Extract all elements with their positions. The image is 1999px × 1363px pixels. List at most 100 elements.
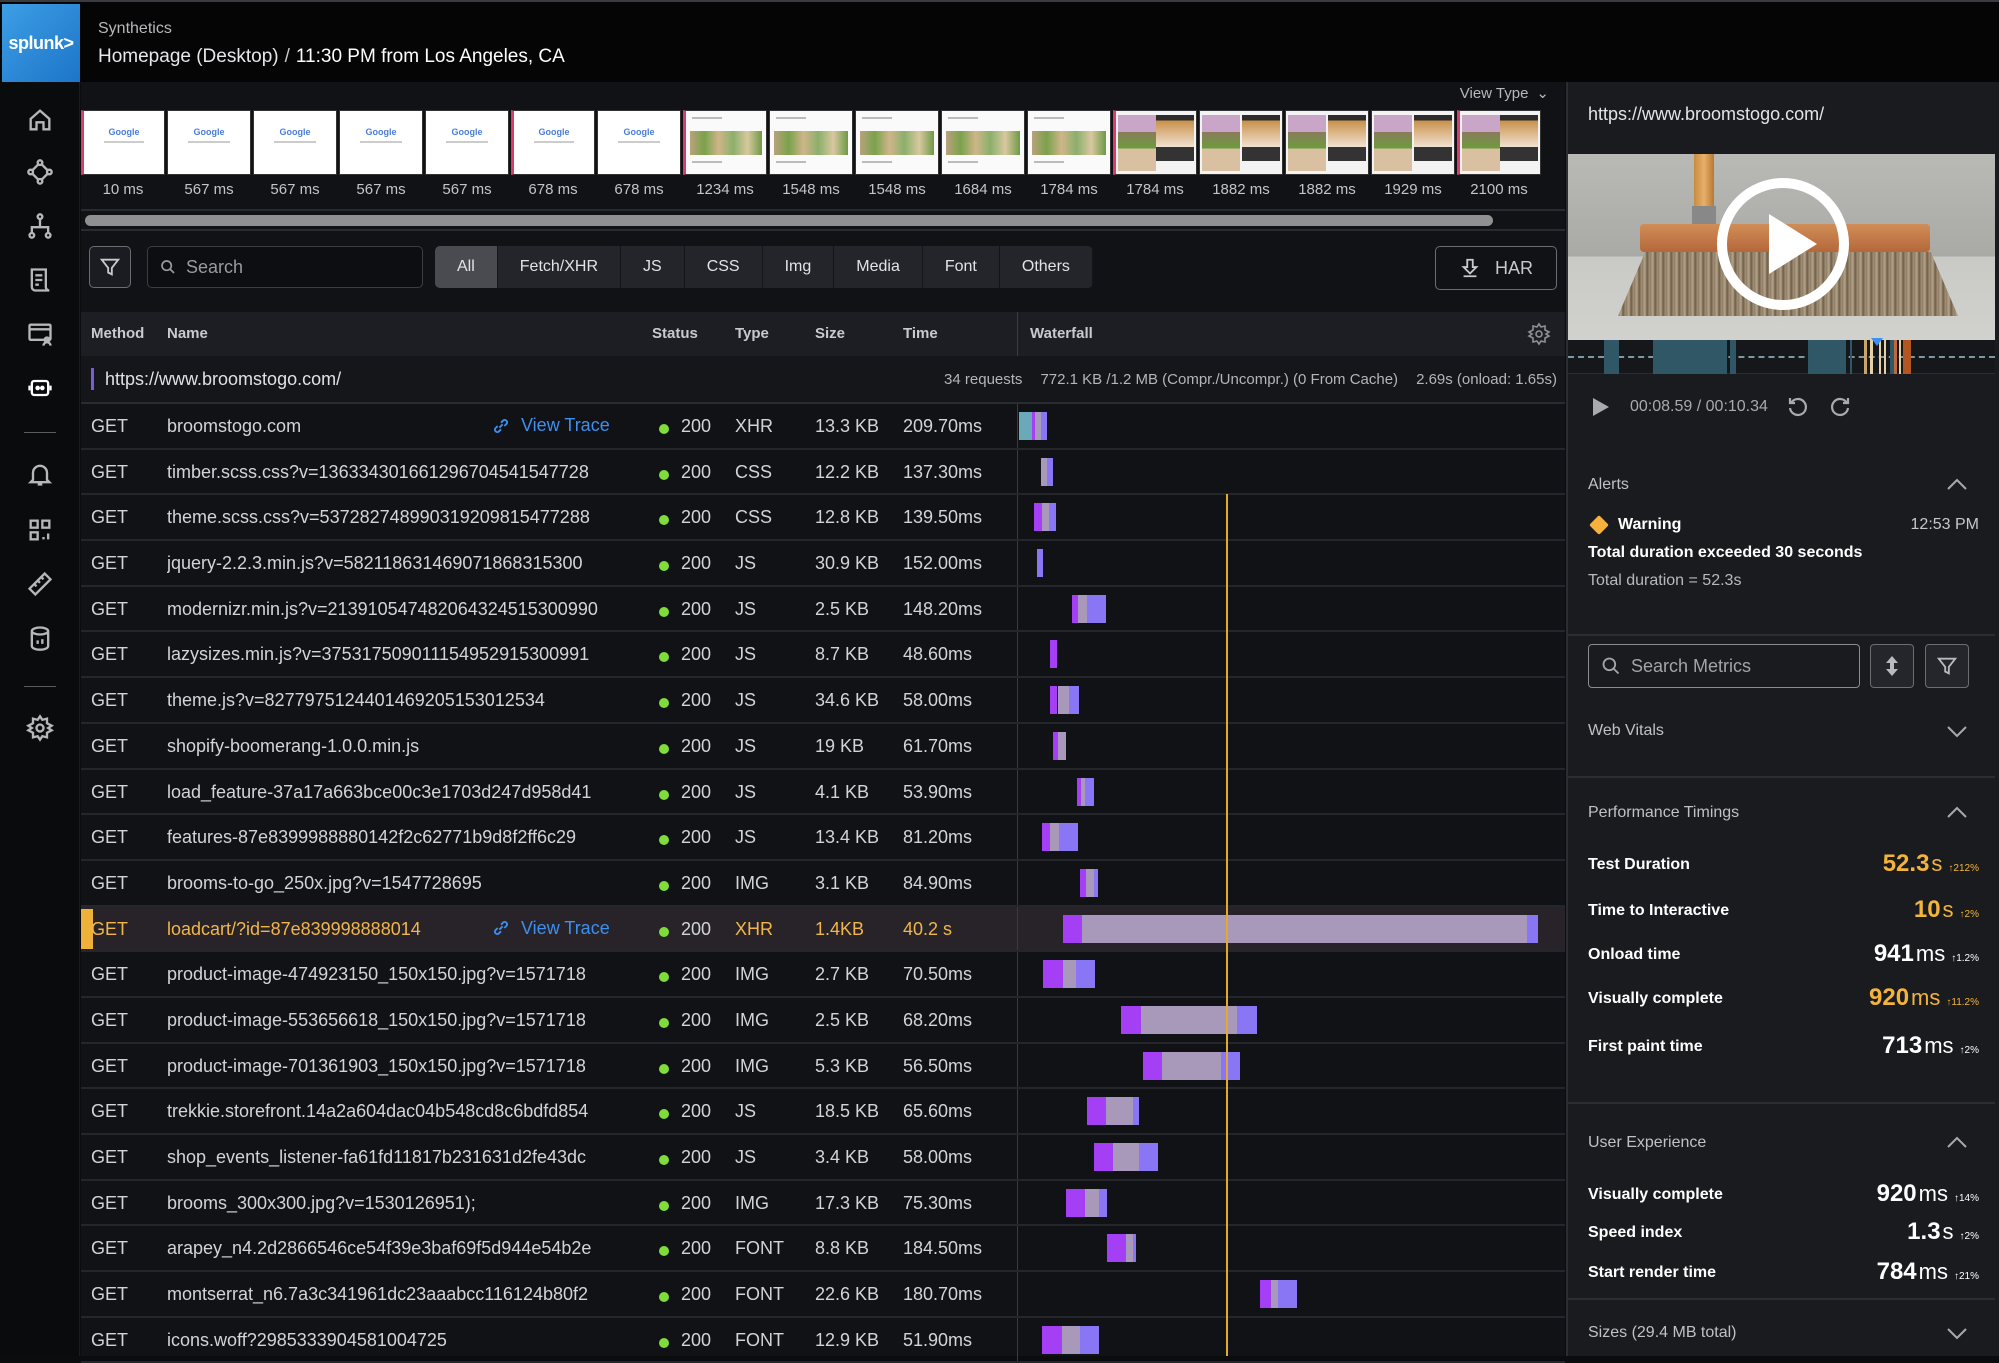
filmstrip-frame[interactable]: 1882 ms — [1199, 110, 1283, 202]
filmstrip-frame[interactable]: 1882 ms — [1285, 110, 1369, 202]
col-method[interactable]: Method — [91, 325, 144, 342]
filmstrip-frame[interactable]: Google 567 ms — [339, 110, 423, 202]
rewind-icon[interactable] — [1786, 395, 1810, 419]
view-type-dropdown[interactable]: View Type ⌄ — [1460, 84, 1549, 103]
filmstrip-frame[interactable]: 2100 ms — [1457, 110, 1541, 202]
synthetics-robot-icon[interactable] — [24, 372, 56, 404]
filmstrip-frame[interactable]: Google 678 ms — [511, 110, 595, 202]
waterfall-settings-icon[interactable] — [1527, 322, 1551, 346]
dashboards-icon[interactable] — [24, 514, 56, 546]
tab-css[interactable]: CSS — [685, 246, 763, 288]
filmstrip-frame[interactable]: 1548 ms — [855, 110, 939, 202]
table-row[interactable]: GET load_feature-37a17a663bce00c3e1703d24… — [81, 769, 1565, 816]
col-size[interactable]: Size — [815, 325, 845, 342]
tab-all[interactable]: All — [435, 246, 498, 288]
service-map-icon[interactable] — [24, 156, 56, 188]
metric-row[interactable]: Test Duration 52.3 s ↑212% — [1588, 850, 1979, 880]
play-overlay-button[interactable] — [1717, 178, 1849, 310]
tab-others[interactable]: Others — [1000, 246, 1093, 288]
ruler-icon[interactable] — [24, 568, 56, 600]
database-icon[interactable] — [24, 622, 56, 654]
tab-img[interactable]: Img — [763, 246, 835, 288]
col-type[interactable]: Type — [735, 325, 769, 342]
splunk-logo[interactable]: splunk> — [2, 4, 80, 82]
metric-row[interactable]: Visually complete 920 ms ↑14% — [1588, 1180, 1979, 1210]
chevron-up-icon[interactable] — [1945, 804, 1969, 820]
table-row[interactable]: GET shop_events_listener-fa61fd11817b2316… — [81, 1135, 1565, 1181]
table-row[interactable]: GET loadcart/?id=87e839998888014 View Trac… — [81, 906, 1565, 953]
sizes-section[interactable]: Sizes (29.4 MB total) — [1568, 1300, 1995, 1360]
metric-row[interactable]: Visually complete 920 ms ↑11.2% — [1588, 984, 1979, 1014]
filmstrip-frame[interactable]: 1548 ms — [769, 110, 853, 202]
chevron-down-icon[interactable] — [1945, 1326, 1969, 1342]
table-row[interactable]: GET arapey_n4.2d2866546ce54f39e3baf69f5d9… — [81, 1226, 1565, 1273]
breadcrumb-app[interactable]: Synthetics — [98, 20, 172, 38]
filmstrip-frame[interactable]: Google 567 ms — [253, 110, 337, 202]
settings-icon[interactable] — [24, 712, 56, 744]
metric-row[interactable]: Start render time 784 ms ↑21% — [1588, 1258, 1979, 1288]
table-row[interactable]: GET lazysizes.min.js?v=375317509011154952… — [81, 632, 1565, 679]
table-row[interactable]: GET theme.js?v=82779751244014692051530125… — [81, 678, 1565, 724]
view-trace-link[interactable]: View Trace — [485, 917, 610, 939]
logs-icon[interactable] — [24, 264, 56, 296]
home-icon[interactable] — [24, 104, 56, 136]
bell-icon[interactable] — [24, 458, 56, 490]
filmstrip-frame[interactable]: Google 678 ms — [597, 110, 681, 202]
tab-js[interactable]: JS — [621, 246, 685, 288]
filmstrip-frame[interactable]: 1784 ms — [1113, 110, 1197, 202]
rum-icon[interactable] — [24, 318, 56, 350]
download-har-button[interactable]: HAR — [1435, 246, 1557, 290]
filmstrip-frame[interactable]: Google 567 ms — [167, 110, 251, 202]
table-row[interactable]: GET jquery-2.2.3.min.js?v=582118631469071… — [81, 541, 1565, 587]
table-row[interactable]: GET product-image-553656618_150x150.jpg?v… — [81, 997, 1565, 1044]
col-status[interactable]: Status — [652, 325, 698, 342]
search-input[interactable] — [186, 256, 406, 278]
chevron-up-icon[interactable] — [1945, 476, 1969, 492]
table-row[interactable]: GET shopify-boomerang-1.0.0.min.js 200 JS 19… — [81, 723, 1565, 770]
filmstrip-frame[interactable]: 1929 ms — [1371, 110, 1455, 202]
metrics-filter-button[interactable] — [1925, 644, 1969, 688]
chevron-up-icon[interactable] — [1945, 1134, 1969, 1150]
filter-button[interactable] — [89, 246, 131, 288]
table-row[interactable]: GET icons.woff?2985333904581004725 200 FONT… — [81, 1317, 1565, 1363]
play-icon[interactable] — [1588, 395, 1612, 419]
tab-fetch-xhr[interactable]: Fetch/XHR — [498, 246, 622, 288]
timeline-playhead[interactable] — [1871, 338, 1884, 346]
replay-icon[interactable] — [1828, 395, 1852, 419]
table-row[interactable]: GET product-image-701361903_150x150.jpg?v… — [81, 1043, 1565, 1090]
view-trace-link[interactable]: View Trace — [485, 415, 610, 436]
table-row[interactable]: GET timber.scss.css?v=1363343016612967045… — [81, 449, 1565, 496]
table-row[interactable]: GET modernizr.min.js?v=213910547482064324… — [81, 586, 1565, 633]
metric-row[interactable]: Speed index 1.3 s ↑2% — [1588, 1218, 1979, 1248]
table-row[interactable]: GET product-image-474923150_150x150.jpg?v… — [81, 952, 1565, 998]
table-row[interactable]: GET brooms-to-go_250x.jpg?v=1547728695 200… — [81, 860, 1565, 907]
web-vitals-section[interactable]: Web Vitals — [1568, 704, 1995, 778]
filmstrip-frame[interactable]: 1784 ms — [1027, 110, 1111, 202]
tab-media[interactable]: Media — [834, 246, 923, 288]
chevron-down-icon[interactable] — [1945, 724, 1969, 740]
metric-row[interactable]: Time to Interactive 10 s ↑2% — [1588, 896, 1979, 926]
metrics-search-input[interactable] — [1631, 655, 1851, 677]
hierarchy-icon[interactable] — [24, 210, 56, 242]
metric-row[interactable]: Onload time 941 ms ↑1.2% — [1588, 940, 1979, 970]
metric-row[interactable]: First paint time 713 ms ↑2% — [1588, 1032, 1979, 1062]
filmstrip-frame[interactable]: Google 567 ms — [425, 110, 509, 202]
col-name[interactable]: Name — [167, 325, 208, 342]
filmstrip-frame[interactable]: 1234 ms — [683, 110, 767, 202]
table-row[interactable]: GET features-87e8399988880142f2c62771b9d8… — [81, 815, 1565, 861]
video-timeline[interactable] — [1568, 338, 1995, 374]
table-row[interactable]: GET montserrat_n6.7a3c341961dc23aaabcc116… — [81, 1272, 1565, 1318]
filmstrip-frame[interactable]: Google 10 ms — [81, 110, 165, 202]
filmstrip-scrollbar[interactable] — [85, 215, 1493, 226]
video-player[interactable] — [1568, 154, 1995, 340]
filmstrip-frame[interactable]: 1684 ms — [941, 110, 1025, 202]
sort-button[interactable] — [1870, 644, 1914, 688]
tab-font[interactable]: Font — [923, 246, 1000, 288]
table-row[interactable]: GET theme.scss.css?v=53728274899031920981… — [81, 495, 1565, 542]
col-waterfall[interactable]: Waterfall — [1030, 325, 1093, 342]
col-time[interactable]: Time — [903, 325, 938, 342]
table-row[interactable]: GET broomstogo.com View Trace 200 XHR 13.3 KB… — [81, 404, 1565, 450]
table-row[interactable]: GET brooms_300x300.jpg?v=1530126951); 200 I… — [81, 1180, 1565, 1227]
breadcrumb-test[interactable]: Homepage (Desktop) — [98, 46, 279, 67]
table-row[interactable]: GET trekkie.storefront.14a2a604dac04b548c… — [81, 1089, 1565, 1135]
